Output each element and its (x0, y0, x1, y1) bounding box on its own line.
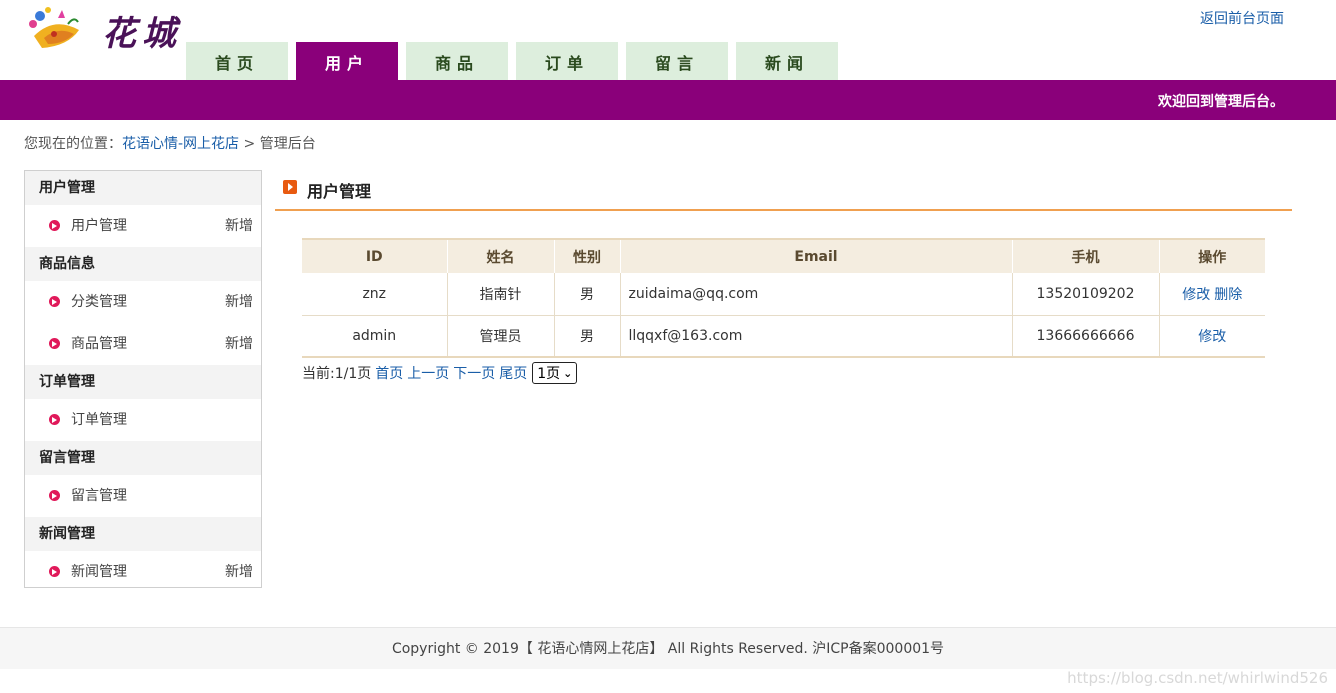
edit-link[interactable]: 修改 (1182, 287, 1210, 303)
sidebar-item-user-manage[interactable]: 用户管理 新增 (25, 205, 261, 247)
sidebar: 用户管理 用户管理 新增 商品信息 分类管理 新增 商品管理 新增 订单管理 订… (24, 170, 262, 588)
pager-first-link[interactable]: 首页 (375, 363, 403, 383)
nav-item-orders[interactable]: 订单 (516, 42, 618, 80)
arrow-bullet-icon (49, 220, 60, 231)
flower-bouquet-logo-icon (29, 7, 79, 48)
column-header-id: ID (302, 238, 448, 273)
orange-arrow-square-icon (283, 180, 297, 194)
sidebar-group-title: 商品信息 (25, 247, 261, 281)
cell-name: 管理员 (447, 315, 555, 358)
sidebar-add-product-link[interactable]: 新增 (225, 323, 253, 365)
cell-phone: 13520109202 (1012, 273, 1160, 316)
cell-email: llqqxf@163.com (620, 315, 1013, 358)
sidebar-item-label: 留言管理 (71, 488, 127, 504)
user-table: ID 姓名 性别 Email 手机 操作 znz 指南针 男 zuidaima@… (302, 238, 1265, 358)
table-header-row: ID 姓名 性别 Email 手机 操作 (302, 238, 1265, 273)
pager-last-link[interactable]: 尾页 (499, 363, 527, 383)
sidebar-group-title: 用户管理 (25, 171, 261, 205)
logo-text: 花城 (102, 14, 182, 54)
sidebar-item-product-manage[interactable]: 商品管理 新增 (25, 323, 261, 365)
sidebar-item-label: 订单管理 (71, 412, 127, 428)
watermark: https://blog.csdn.net/whirlwind526 (1067, 669, 1328, 687)
breadcrumb-home-link[interactable]: 花语心情-网上花店 (122, 136, 239, 152)
sidebar-item-news-manage[interactable]: 新闻管理 新增 (25, 551, 261, 593)
sidebar-item-message-manage[interactable]: 留言管理 (25, 475, 261, 517)
sidebar-item-label: 用户管理 (71, 218, 127, 234)
arrow-bullet-icon (49, 414, 60, 425)
footer: Copyright © 2019【 花语心情网上花店】 All Rights R… (0, 627, 1336, 669)
site-logo[interactable]: 花城 (24, 4, 184, 56)
pager-next-link[interactable]: 下一页 (453, 363, 495, 383)
sidebar-item-label: 新闻管理 (71, 564, 127, 580)
column-header-email: Email (620, 238, 1013, 273)
sidebar-group-title: 留言管理 (25, 441, 261, 475)
table-row: znz 指南针 男 zuidaima@qq.com 13520109202 修改… (302, 273, 1265, 316)
sidebar-group-title: 订单管理 (25, 365, 261, 399)
sidebar-item-category-manage[interactable]: 分类管理 新增 (25, 281, 261, 323)
header: 花城 返回前台页面 首页 用户 商品 订单 留言 新闻 (0, 0, 1336, 80)
nav-item-home[interactable]: 首页 (186, 42, 288, 80)
cell-actions: 修改 删除 (1159, 273, 1265, 316)
back-to-frontend-link[interactable]: 返回前台页面 (1200, 8, 1284, 28)
chevron-down-icon: ⌄ (563, 366, 573, 380)
pagination: 当前:1/1页 首页 上一页 下一页 尾页 1页 ⌄ (302, 362, 578, 384)
page-select[interactable]: 1页 ⌄ (532, 362, 578, 384)
column-header-actions: 操作 (1159, 238, 1265, 273)
sidebar-add-user-link[interactable]: 新增 (225, 205, 253, 247)
breadcrumb-prefix: 您现在的位置： (24, 136, 122, 152)
nav-item-messages[interactable]: 留言 (626, 42, 728, 80)
welcome-message: 欢迎回到管理后台。 (1158, 94, 1284, 110)
arrow-bullet-icon (49, 296, 60, 307)
cell-email: zuidaima@qq.com (620, 273, 1013, 316)
column-header-phone: 手机 (1012, 238, 1160, 273)
page-select-value: 1页 (537, 366, 561, 382)
header-bar: 欢迎回到管理后台。 (0, 80, 1336, 120)
sidebar-add-category-link[interactable]: 新增 (225, 281, 253, 323)
cell-id: znz (302, 273, 448, 316)
main-nav: 首页 用户 商品 订单 留言 新闻 (186, 42, 846, 80)
sidebar-item-order-manage[interactable]: 订单管理 (25, 399, 261, 441)
table-row: admin 管理员 男 llqqxf@163.com 13666666666 修… (302, 315, 1265, 358)
arrow-bullet-icon (49, 338, 60, 349)
cell-name: 指南针 (447, 273, 555, 316)
pager-current: 当前:1/1页 (302, 366, 372, 382)
sidebar-item-label: 分类管理 (71, 294, 127, 310)
arrow-bullet-icon (49, 566, 60, 577)
column-header-name: 姓名 (447, 238, 555, 273)
nav-item-news[interactable]: 新闻 (736, 42, 838, 80)
main-title-bar: 用户管理 (275, 170, 1292, 211)
cell-sex: 男 (554, 273, 621, 316)
page-title: 用户管理 (307, 182, 372, 201)
delete-link[interactable]: 删除 (1214, 287, 1242, 303)
copyright-text: Copyright © 2019【 花语心情网上花店】 All Rights R… (391, 641, 945, 657)
breadcrumb-current: 管理后台 (259, 136, 316, 152)
pager-prev-link[interactable]: 上一页 (407, 363, 449, 383)
sidebar-add-news-link[interactable]: 新增 (225, 551, 253, 593)
cell-sex: 男 (554, 315, 621, 358)
cell-phone: 13666666666 (1012, 315, 1160, 358)
sidebar-item-label: 商品管理 (71, 336, 127, 352)
cell-actions: 修改 (1159, 315, 1265, 358)
arrow-bullet-icon (49, 490, 60, 501)
nav-item-products[interactable]: 商品 (406, 42, 508, 80)
breadcrumb: 您现在的位置：花语心情-网上花店 > 管理后台 (24, 133, 316, 153)
edit-link[interactable]: 修改 (1198, 329, 1226, 345)
breadcrumb-separator: > (239, 136, 260, 152)
column-header-sex: 性别 (554, 238, 621, 273)
cell-id: admin (302, 315, 448, 358)
nav-item-users[interactable]: 用户 (296, 42, 398, 80)
sidebar-group-title: 新闻管理 (25, 517, 261, 551)
